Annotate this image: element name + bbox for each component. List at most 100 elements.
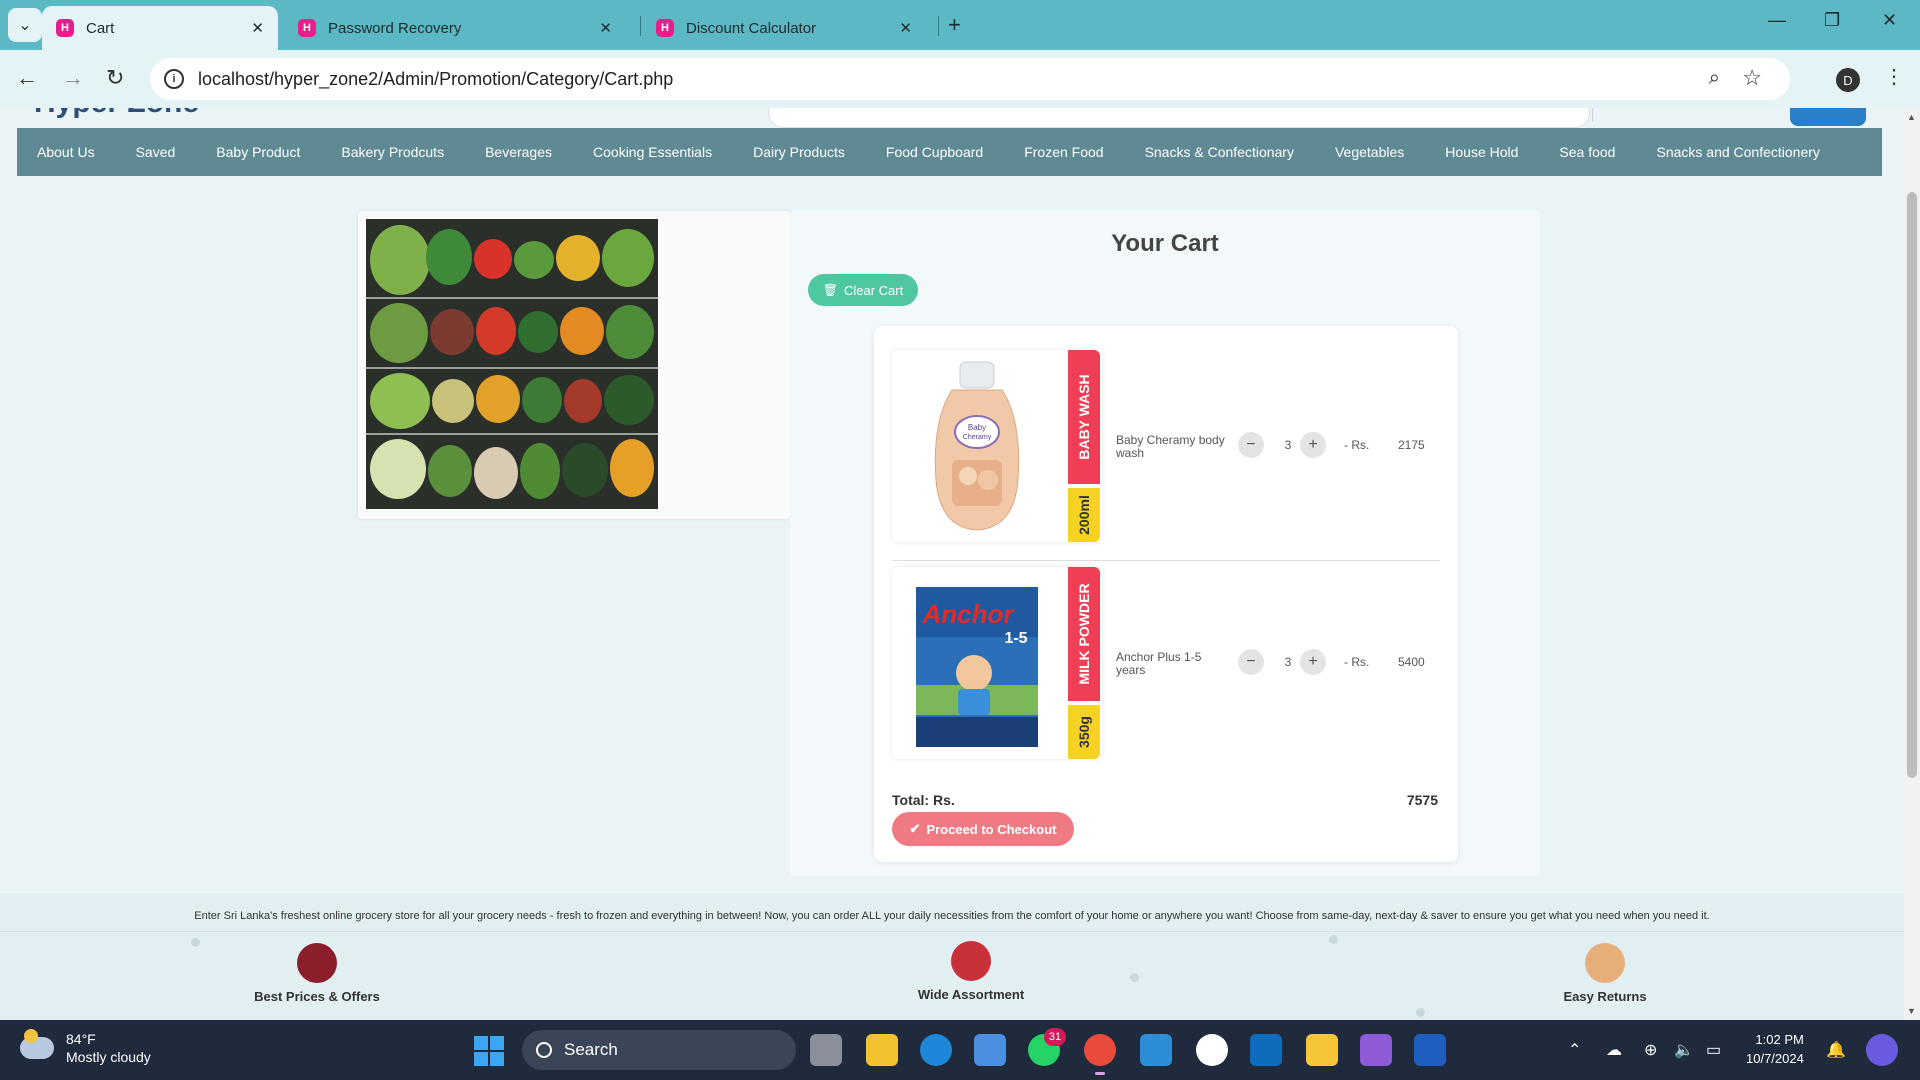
- edge-browser-icon[interactable]: [920, 1034, 952, 1066]
- profile-avatar[interactable]: D: [1836, 68, 1860, 92]
- network-icon[interactable]: ⊕: [1644, 1040, 1657, 1060]
- feature-best-prices: Best Prices & Offers: [232, 943, 402, 1004]
- nav-bakery-products[interactable]: Bakery Prodcuts: [341, 144, 444, 160]
- scroll-up-icon[interactable]: ▲: [1907, 112, 1916, 122]
- weather-widget[interactable]: 84°F Mostly cloudy: [20, 1029, 151, 1066]
- reload-icon[interactable]: ↻: [106, 65, 124, 91]
- system-clock[interactable]: 1:02 PM 10/7/2024: [1746, 1030, 1804, 1068]
- item-quantity: 3: [1284, 655, 1292, 669]
- check-icon: ✔: [909, 821, 921, 836]
- close-window-icon[interactable]: ✕: [1882, 10, 1897, 31]
- vscode-icon[interactable]: [1140, 1034, 1172, 1066]
- size-tag-text: 200ml: [1076, 495, 1092, 535]
- decorative-dot: [1130, 973, 1139, 982]
- decorative-dot: [1416, 1008, 1425, 1017]
- word-icon[interactable]: [1414, 1034, 1446, 1066]
- tray-overflow-icon[interactable]: ⌃: [1568, 1040, 1581, 1060]
- tab-discount-calculator[interactable]: H Discount Calculator ✕: [642, 6, 926, 50]
- tab-search-button[interactable]: ⌄: [8, 8, 42, 42]
- nav-frozen-food[interactable]: Frozen Food: [1024, 144, 1103, 160]
- minimize-icon[interactable]: —: [1768, 10, 1786, 31]
- decrease-quantity-button[interactable]: −: [1238, 649, 1264, 675]
- nav-vegetables[interactable]: Vegetables: [1335, 144, 1404, 160]
- clock-time: 1:02 PM: [1755, 1032, 1804, 1047]
- site-search-input[interactable]: [768, 108, 1590, 128]
- feature-label: Wide Assortment: [917, 987, 1025, 1002]
- whatsapp-web-icon[interactable]: [1196, 1034, 1228, 1066]
- promo-image-card: [358, 211, 790, 519]
- cart-item: Baby Cheramy BABY WASH 200ml Baby Cheram…: [892, 350, 1434, 546]
- item-name: Baby Cheramy body wash: [1116, 433, 1225, 460]
- back-arrow-icon[interactable]: ←: [16, 65, 38, 91]
- nav-dairy-products[interactable]: Dairy Products: [753, 144, 845, 160]
- scrollbar-thumb[interactable]: [1907, 192, 1917, 778]
- copilot-icon[interactable]: [1866, 1034, 1898, 1066]
- close-tab-icon[interactable]: ✕: [599, 19, 612, 37]
- clock-date: 10/7/2024: [1746, 1051, 1804, 1066]
- whatsapp-badge: 31: [1044, 1028, 1066, 1046]
- product-category-tag: BABY WASH: [1068, 350, 1100, 484]
- nav-sea-food[interactable]: Sea food: [1559, 144, 1615, 160]
- nav-about-us[interactable]: About Us: [37, 144, 95, 160]
- zoom-icon[interactable]: ⌕: [1709, 67, 1720, 90]
- taskbar-search[interactable]: Search: [522, 1030, 796, 1070]
- outlook-icon[interactable]: [1250, 1034, 1282, 1066]
- address-bar[interactable]: i localhost/hyper_zone2/Admin/Promotion/…: [150, 58, 1790, 100]
- site-favicon-icon: H: [298, 19, 316, 37]
- site-info-icon[interactable]: i: [164, 69, 184, 89]
- category-tag-text: BABY WASH: [1076, 374, 1092, 460]
- visual-studio-icon[interactable]: [1360, 1034, 1392, 1066]
- volume-icon[interactable]: 🔈: [1674, 1040, 1694, 1060]
- svg-text:Baby: Baby: [968, 423, 986, 432]
- nav-snacks-and-confectionery[interactable]: Snacks and Confectionery: [1656, 144, 1819, 160]
- battery-icon[interactable]: ▭: [1706, 1040, 1721, 1060]
- nav-beverages[interactable]: Beverages: [485, 144, 552, 160]
- nav-cooking-essentials[interactable]: Cooking Essentials: [593, 144, 712, 160]
- cloud-sun-icon: [20, 1029, 54, 1059]
- chrome-icon[interactable]: [1084, 1034, 1116, 1066]
- cart-title: Your Cart: [1111, 230, 1219, 257]
- footer-description: Enter Sri Lanka's freshest online grocer…: [194, 910, 1710, 922]
- task-view-icon[interactable]: [810, 1034, 842, 1066]
- microsoft-store-icon[interactable]: [974, 1034, 1006, 1066]
- tab-password-recovery[interactable]: H Password Recovery ✕: [284, 6, 626, 50]
- nav-food-cupboard[interactable]: Food Cupboard: [886, 144, 983, 160]
- restore-icon[interactable]: ❐: [1824, 10, 1840, 31]
- bookmark-star-icon[interactable]: ☆: [1742, 65, 1762, 91]
- nav-snacks-confectionary[interactable]: Snacks & Confectionary: [1145, 144, 1294, 160]
- nav-house-hold[interactable]: House Hold: [1445, 144, 1518, 160]
- site-search-button[interactable]: [1790, 108, 1866, 126]
- category-tag-text: MILK POWDER: [1076, 583, 1092, 685]
- nav-baby-product[interactable]: Baby Product: [216, 144, 300, 160]
- decorative-dot: [191, 938, 200, 947]
- nav-saved[interactable]: Saved: [136, 144, 176, 160]
- onedrive-icon[interactable]: ☁: [1606, 1040, 1622, 1060]
- weather-temperature: 84°F: [66, 1031, 96, 1047]
- url-text[interactable]: localhost/hyper_zone2/Admin/Promotion/Ca…: [198, 69, 673, 90]
- browser-menu-icon[interactable]: ⋮: [1884, 64, 1904, 89]
- increase-quantity-button[interactable]: +: [1300, 649, 1326, 675]
- tab-cart[interactable]: H Cart ✕: [42, 6, 278, 50]
- site-favicon-icon: H: [56, 19, 74, 37]
- site-brand-logo[interactable]: Hyper Zone: [34, 108, 199, 120]
- close-tab-icon[interactable]: ✕: [251, 19, 264, 37]
- file-explorer-icon[interactable]: [866, 1034, 898, 1066]
- browser-toolbar: ← → ↻ i localhost/hyper_zone2/Admin/Prom…: [0, 50, 1920, 108]
- proceed-to-checkout-button[interactable]: ✔ Proceed to Checkout: [892, 812, 1074, 846]
- windows-start-icon[interactable]: [474, 1036, 504, 1066]
- scroll-down-icon[interactable]: ▼: [1907, 1006, 1916, 1016]
- windows-taskbar: 84°F Mostly cloudy Search 31 ⌃ ☁ ⊕ 🔈 ▭ 1…: [0, 1020, 1920, 1080]
- page-scrollbar[interactable]: ▲ ▼: [1904, 108, 1920, 1020]
- tab-title: Password Recovery: [328, 19, 462, 37]
- decrease-quantity-button[interactable]: −: [1238, 432, 1264, 458]
- item-price: 5400: [1398, 655, 1425, 669]
- forward-arrow-icon[interactable]: →: [62, 65, 84, 91]
- new-tab-icon[interactable]: +: [948, 12, 961, 38]
- tab-separator: [640, 16, 641, 36]
- snipping-tool-icon[interactable]: [1306, 1034, 1338, 1066]
- close-tab-icon[interactable]: ✕: [899, 19, 912, 37]
- clear-cart-button[interactable]: 🗑 Clear Cart: [808, 274, 918, 306]
- clear-cart-label: Clear Cart: [843, 282, 904, 298]
- increase-quantity-button[interactable]: +: [1300, 432, 1326, 458]
- notification-bell-icon[interactable]: 🔔: [1826, 1040, 1846, 1060]
